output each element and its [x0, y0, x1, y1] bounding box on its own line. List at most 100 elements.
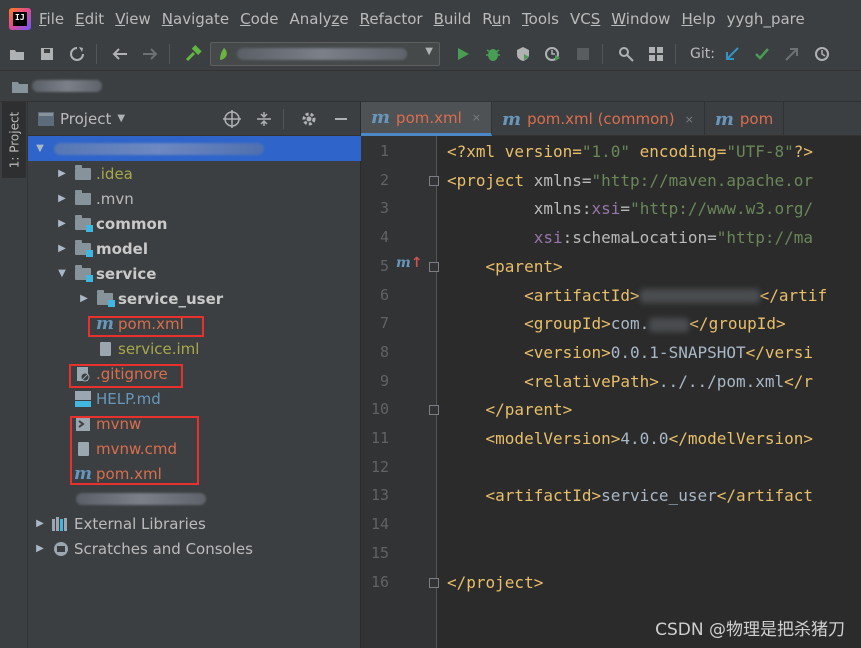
code-token: <modelVersion>	[447, 429, 621, 448]
debug-icon[interactable]	[480, 41, 506, 67]
project-tool-tab[interactable]: 1: Project	[2, 102, 26, 178]
tree-row[interactable]: HELP.md	[28, 386, 361, 411]
code-editor[interactable]: <?xml version="1.0" encoding="UTF-8"?> <p…	[447, 136, 861, 648]
save-icon[interactable]	[34, 41, 60, 67]
chevron-right-icon[interactable]: ▶	[56, 243, 68, 254]
code-token: "http://ma	[716, 228, 814, 248]
open-icon[interactable]	[4, 41, 30, 67]
line-number: 4	[379, 228, 389, 247]
code-token: </parent>	[447, 400, 573, 420]
line-number: 9	[379, 371, 389, 390]
tree-row[interactable]: ▼ service	[28, 261, 361, 286]
chevron-right-icon[interactable]: ▶	[56, 218, 68, 229]
highlight-box-maven-wrapper	[70, 416, 199, 485]
chevron-right-icon[interactable]: ▶	[56, 168, 68, 179]
tree-row[interactable]: ▶ External Libraries	[28, 511, 361, 536]
menu-run[interactable]: Run	[482, 10, 511, 28]
git-push-icon[interactable]	[779, 41, 805, 67]
gear-icon[interactable]	[296, 106, 322, 132]
maven-parent-gutter-icon[interactable]: m↑	[396, 255, 423, 271]
menu-view[interactable]: View	[115, 10, 151, 28]
run-configuration-select[interactable]: ▼	[210, 41, 440, 66]
chevron-right-icon[interactable]: ▶	[34, 543, 46, 554]
tree-row[interactable]: ▶ .mvn	[28, 186, 361, 211]
menu-refactor[interactable]: Refactor	[360, 10, 423, 28]
menu-analyze[interactable]: Analyze	[290, 10, 349, 28]
folder-icon	[12, 81, 28, 93]
git-commit-icon[interactable]	[749, 41, 775, 67]
editor-tab[interactable]: m pom.xml (common) ×	[492, 102, 705, 136]
window-icon[interactable]	[643, 41, 669, 67]
code-line: <parent>	[447, 257, 563, 276]
tree-row[interactable]: ▶ model	[28, 236, 361, 261]
redacted-breadcrumb[interactable]	[32, 80, 102, 92]
folder-icon	[74, 164, 92, 182]
chevron-right-icon[interactable]: ▶	[56, 193, 68, 204]
menu-edit[interactable]: Edit	[75, 10, 104, 28]
project-panel-title[interactable]: Project	[60, 110, 111, 128]
tree-row[interactable]	[28, 486, 361, 511]
menu-window[interactable]: Window	[611, 10, 670, 28]
editor-tab-label: pom	[739, 110, 774, 128]
fold-marker-icon[interactable]	[429, 577, 439, 588]
hide-panel-icon[interactable]	[328, 106, 354, 132]
back-icon[interactable]	[107, 41, 133, 67]
git-update-icon[interactable]	[719, 41, 745, 67]
chevron-right-icon[interactable]: ▶	[78, 293, 90, 304]
run-icon[interactable]	[450, 41, 476, 67]
code-line: <modelVersion>4.0.0</modelVersion>	[447, 429, 814, 448]
history-icon[interactable]	[809, 41, 835, 67]
close-icon[interactable]: ×	[685, 113, 694, 126]
fold-marker-icon[interactable]	[429, 405, 439, 416]
close-icon[interactable]: ×	[472, 111, 481, 124]
sync-icon[interactable]	[64, 41, 90, 67]
project-tree: ▼ ▶ .idea ▶ .mvn ▶ common ▶ model ▼ service ▶ servic…	[28, 136, 361, 561]
menu-help[interactable]: Help	[681, 10, 715, 28]
build-hammer-icon[interactable]	[180, 41, 206, 67]
search-everywhere-icon[interactable]	[613, 41, 639, 67]
fold-marker-icon[interactable]	[429, 175, 439, 186]
collapse-all-icon[interactable]	[251, 106, 277, 132]
tree-row[interactable]: ▶ .idea	[28, 161, 361, 186]
code-token: 0.0.1-SNAPSHOT	[610, 342, 746, 362]
forward-icon[interactable]	[137, 41, 163, 67]
tree-row[interactable]: service.iml	[28, 336, 361, 361]
stop-icon[interactable]	[570, 41, 596, 67]
chevron-down-icon[interactable]: ▼	[34, 143, 46, 154]
tree-item-label: External Libraries	[74, 514, 206, 533]
tree-row[interactable]: ▶ Scratches and Consoles	[28, 536, 361, 561]
tree-item-label: service_user	[118, 289, 224, 308]
chevron-right-icon[interactable]: ▶	[34, 518, 46, 529]
chevron-down-icon[interactable]: ▼	[117, 113, 125, 124]
editor-tab-label: pom.xml (common)	[527, 110, 675, 128]
code-token: xsi	[591, 199, 621, 219]
maven-file-icon: m	[714, 108, 734, 130]
editor-tab[interactable]: m pom	[705, 102, 785, 136]
code-token: ?>	[793, 142, 814, 161]
code-token: 4.0.0	[620, 429, 669, 448]
redacted-text	[649, 317, 690, 332]
menu-code[interactable]: Code	[240, 10, 278, 28]
highlight-box-gitignore	[69, 364, 183, 388]
tree-row[interactable]: ▼	[28, 136, 361, 161]
editor-tab[interactable]: m pom.xml ×	[361, 102, 493, 136]
menu-build[interactable]: Build	[434, 10, 472, 28]
chevron-down-icon[interactable]: ▼	[56, 268, 68, 279]
tree-row[interactable]: ▶ common	[28, 211, 361, 236]
project-tool-tab-label: 1: Project	[7, 111, 21, 169]
tree-row[interactable]: ▶ service_user	[28, 286, 361, 311]
external-libraries-icon	[52, 516, 70, 532]
code-token: xmlns	[533, 199, 582, 219]
toolbar-separator	[675, 43, 676, 64]
locate-target-icon[interactable]	[219, 106, 245, 132]
menu-file[interactable]: File	[39, 10, 64, 28]
menu-tools[interactable]: Tools	[522, 10, 559, 28]
profile-icon[interactable]	[540, 41, 566, 67]
maven-file-icon: m	[371, 107, 391, 128]
git-label: Git:	[690, 45, 715, 62]
menu-vcs[interactable]: VCS	[570, 10, 600, 28]
coverage-icon[interactable]	[510, 41, 536, 67]
menu-navigate[interactable]: Navigate	[162, 10, 229, 28]
menu-bar: IJ File Edit View Navigate Code Analyze Refact…	[0, 0, 861, 37]
fold-marker-icon[interactable]	[429, 261, 439, 272]
